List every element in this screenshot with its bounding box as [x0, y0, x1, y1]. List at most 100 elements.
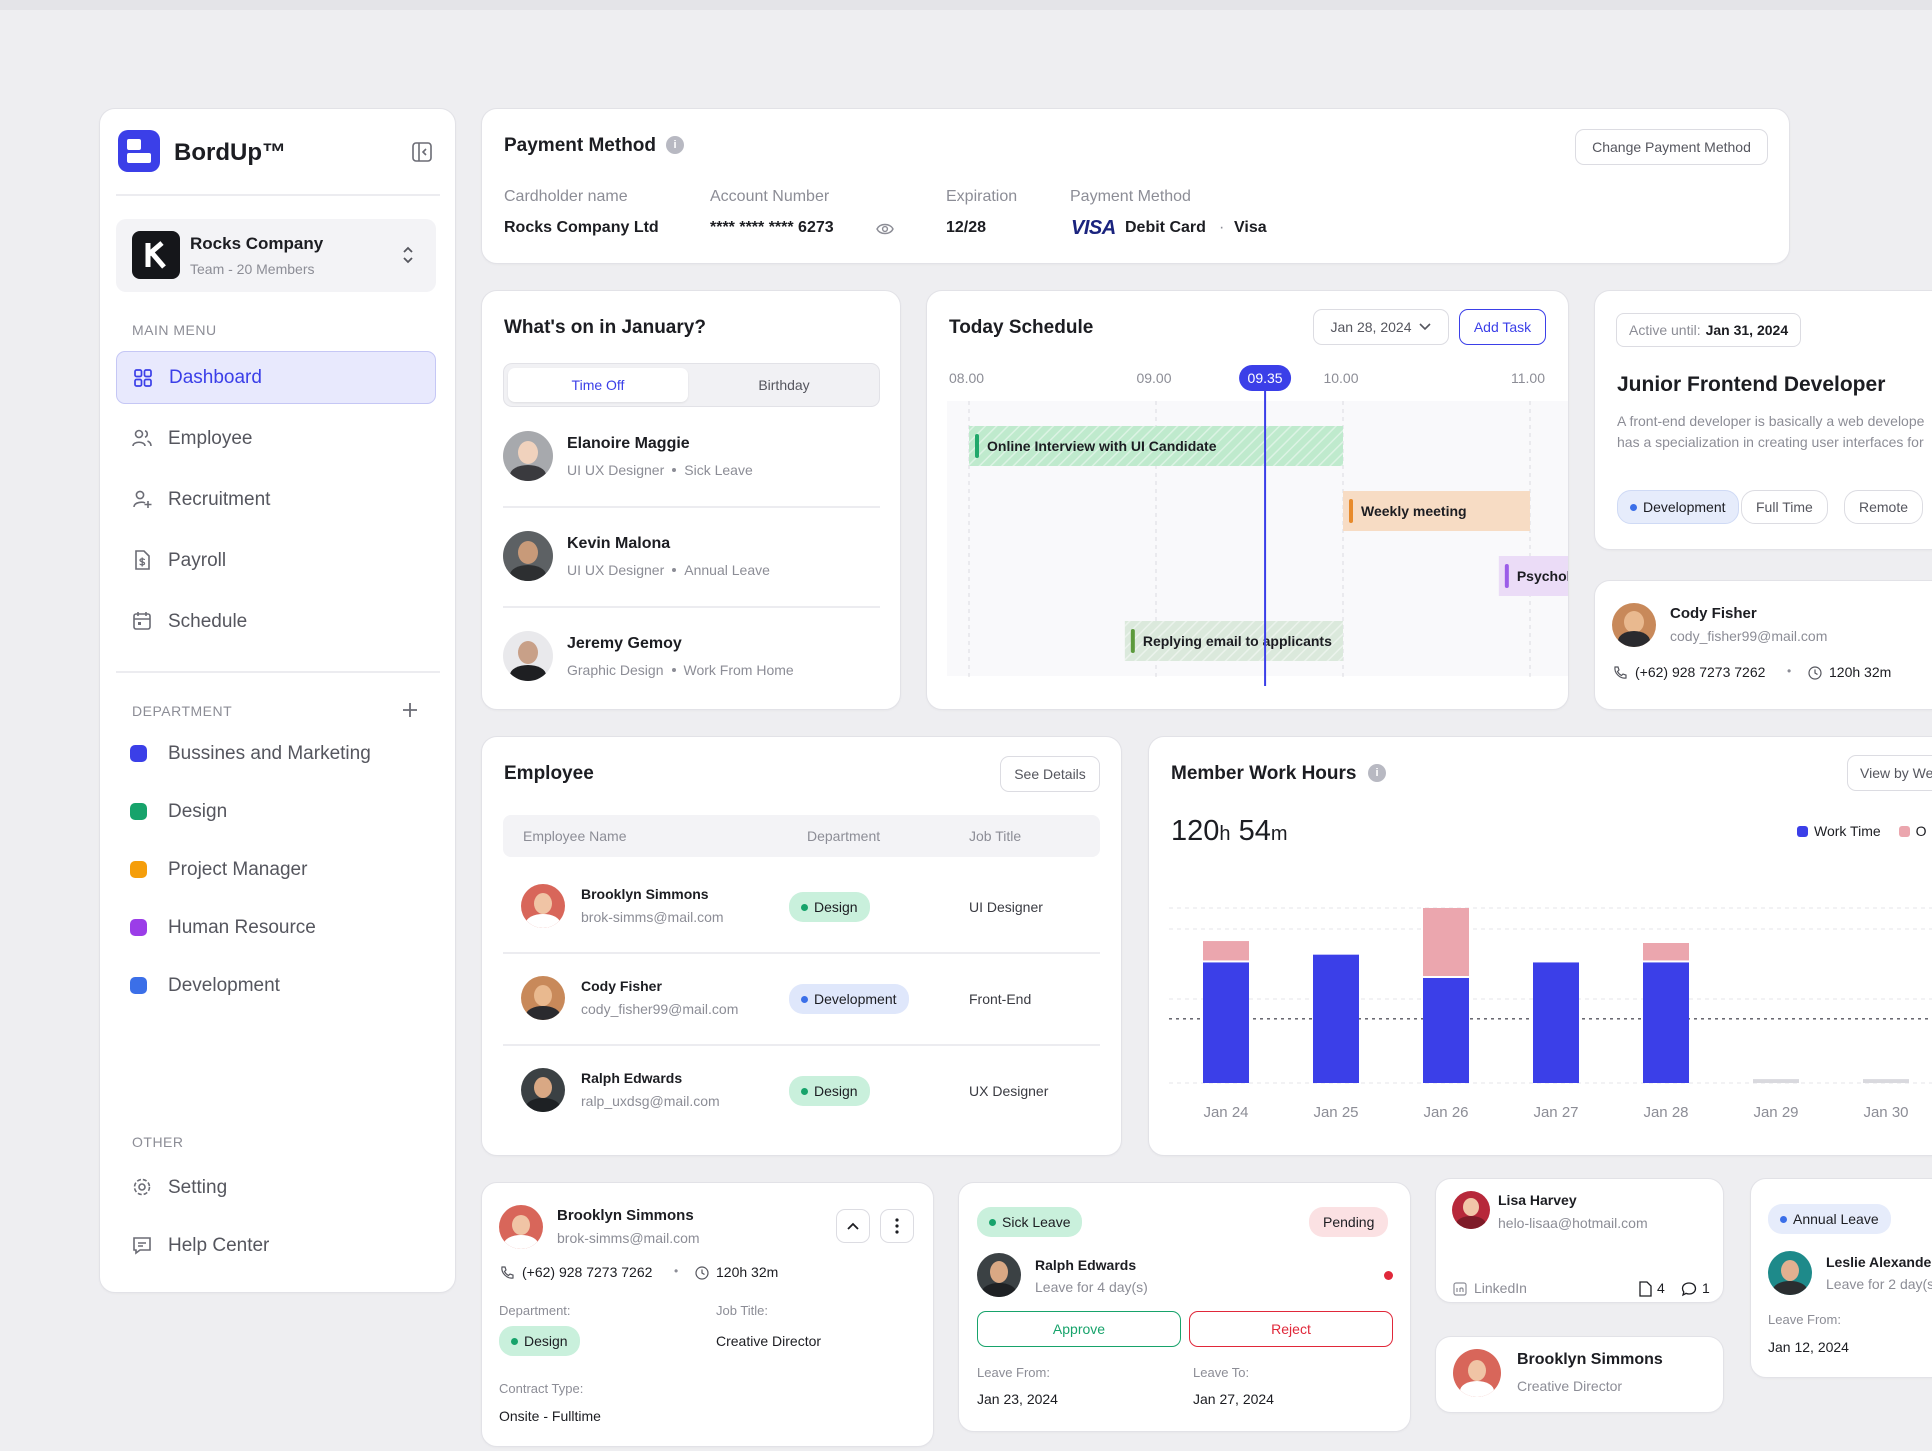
company-name: Rocks Company: [190, 234, 324, 253]
department-label: Development: [168, 975, 280, 996]
schedule-task[interactable]: Replying email to applicants: [1124, 621, 1343, 661]
add-department-icon[interactable]: [397, 697, 423, 723]
department-color-dot: [130, 977, 147, 994]
department-item[interactable]: Design: [116, 789, 436, 835]
bar-work-time[interactable]: [1423, 978, 1469, 1083]
company-switcher[interactable]: Rocks Company Team - 20 Members: [116, 219, 436, 292]
divider: [503, 506, 880, 508]
chevron-up-icon: [847, 1222, 859, 1230]
leave-from-label: Leave From:: [1768, 1312, 1841, 1327]
department-item[interactable]: Human Resource: [116, 905, 436, 951]
candidate-name: Lisa Harvey: [1498, 1192, 1577, 1208]
sidebar-item-employee[interactable]: Employee: [116, 414, 436, 464]
badge-dot: [801, 995, 808, 1003]
visa-logo: VISA: [1071, 217, 1116, 239]
more-options-button[interactable]: [880, 1209, 914, 1243]
schedule-task[interactable]: Psychology test: [1498, 556, 1569, 596]
leave-duration: Leave for 4 day(s): [1035, 1279, 1148, 1295]
sidebar: BordUp™ Rocks Company Team - 20 Members …: [99, 108, 456, 1293]
list-item[interactable]: Elanoire Maggie UI UX Designer Sick Leave: [503, 423, 880, 508]
schedule-timeline: 08.00 09.00 10.00 11.00 Online Interview wit…: [947, 365, 1569, 686]
task-label: Weekly meeting: [1361, 503, 1467, 519]
person-name: Jeremy Gemoy: [567, 635, 682, 652]
person-name: Kevin Malona: [567, 535, 671, 552]
task-accent: [1349, 499, 1353, 523]
x-tick-label: Jan 26: [1423, 1104, 1468, 1121]
tab-time-off[interactable]: Time Off: [508, 368, 688, 402]
column-header: Department: [807, 828, 881, 844]
dot-separator: [672, 568, 677, 572]
job-tag-development: Development: [1617, 490, 1739, 524]
sidebar-item-setting[interactable]: Setting: [116, 1163, 436, 1213]
bar-work-time[interactable]: [1313, 954, 1359, 1083]
sidebar-item-schedule[interactable]: Schedule: [116, 597, 436, 647]
sidebar-item-help-center[interactable]: Help Center: [116, 1221, 436, 1271]
table-row[interactable]: Brooklyn Simmons brok-simms@mail.com Desig…: [503, 872, 1100, 954]
bar-work-time[interactable]: [1753, 1079, 1799, 1083]
approve-button[interactable]: Approve: [977, 1311, 1181, 1347]
see-details-button[interactable]: See Details: [1000, 756, 1100, 792]
leave-to-label: Leave To:: [1193, 1365, 1250, 1380]
bar-work-time[interactable]: [1643, 962, 1689, 1083]
department-badge: Design: [499, 1326, 580, 1356]
unread-dot: [1384, 1271, 1393, 1280]
schedule-task[interactable]: Weekly meeting: [1343, 491, 1530, 531]
avatar: [521, 976, 565, 1020]
list-item[interactable]: Kevin Malona UI UX Designer Annual Leave: [503, 523, 880, 608]
job-card: Active until: Jan 31, 2024 Junior Fronte…: [1594, 290, 1932, 550]
change-payment-button[interactable]: Change Payment Method: [1575, 129, 1768, 165]
list-item[interactable]: Jeremy Gemoy Graphic Design Work From Home: [503, 623, 880, 707]
department-item[interactable]: Development: [116, 963, 436, 1009]
job-title-value: Creative Director: [716, 1333, 822, 1349]
tag-label: Development: [1643, 499, 1726, 515]
employee-name: Cody Fisher: [581, 978, 662, 994]
divider: [503, 952, 1100, 954]
schedule-task[interactable]: Online Interview with UI Candidate: [969, 426, 1343, 466]
leave-from-date: Jan 23, 2024: [977, 1391, 1058, 1407]
sidebar-item-dashboard[interactable]: Dashboard: [116, 351, 436, 404]
divider: [503, 606, 880, 608]
department-item[interactable]: Bussines and Marketing: [116, 731, 436, 777]
table-row[interactable]: Cody Fisher cody_fisher99@mail.com Develop…: [503, 964, 1100, 1046]
method-label: Payment Method: [1070, 188, 1191, 205]
bar-other[interactable]: [1643, 943, 1689, 961]
tab-birthday[interactable]: Birthday: [694, 368, 874, 402]
reject-button[interactable]: Reject: [1189, 1311, 1393, 1347]
job-title: Junior Frontend Developer: [1617, 373, 1886, 396]
bar-work-time[interactable]: [1863, 1079, 1909, 1083]
table-header: Employee Name Department Job Title: [503, 815, 1100, 857]
sidebar-item-payroll[interactable]: Payroll: [116, 536, 436, 586]
avatar: [977, 1253, 1021, 1297]
time-label: 11.00: [1511, 370, 1545, 386]
sidebar-item-label: Schedule: [168, 611, 248, 632]
bar-other[interactable]: [1203, 941, 1249, 961]
active-until-date: Jan 31, 2024: [1705, 322, 1789, 338]
avatar: [521, 1068, 565, 1112]
task-accent: [1130, 629, 1135, 653]
sidebar-item-recruitment[interactable]: Recruitment: [116, 475, 436, 525]
department-item[interactable]: Project Manager: [116, 847, 436, 893]
bar-other[interactable]: [1423, 908, 1469, 976]
bar-work-time[interactable]: [1533, 962, 1579, 1083]
department-color-dot: [130, 861, 147, 878]
person-sub: UI UX Designer Annual Leave: [567, 562, 770, 578]
badge-dot: [989, 1218, 996, 1226]
person-status: Sick Leave: [684, 462, 753, 478]
task-accent: [1504, 564, 1509, 588]
gear-icon: [130, 1175, 154, 1199]
badge-label: Design: [814, 1083, 858, 1099]
eye-icon[interactable]: [875, 219, 895, 239]
info-icon[interactable]: i: [666, 136, 684, 154]
grid-icon: [131, 366, 155, 390]
collapse-button[interactable]: [836, 1209, 870, 1243]
table-row[interactable]: Ralph Edwards ralp_uxdsg@mail.com Design UX…: [503, 1056, 1100, 1136]
badge-dot: [511, 1337, 518, 1345]
leave-duration: Leave for 2 day(s): [1826, 1276, 1932, 1292]
employee-title: Employee: [504, 763, 594, 784]
file-dollar-icon: [130, 548, 154, 572]
job-tag-full-time: Full Time: [1741, 490, 1828, 524]
collapse-sidebar-icon[interactable]: [410, 140, 434, 164]
leave-to-date: Jan 27, 2024: [1193, 1391, 1274, 1407]
bar-work-time[interactable]: [1203, 962, 1249, 1083]
task-accent: [975, 434, 979, 458]
